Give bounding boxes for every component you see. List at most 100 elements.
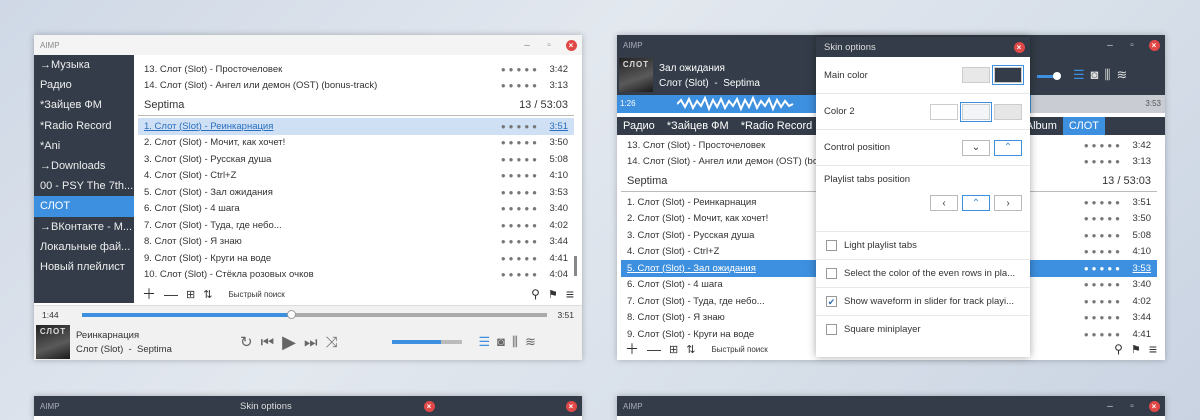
color2-white-swatch[interactable] (930, 103, 958, 120)
skin-checkbox-row[interactable]: Light playlist tabs (816, 231, 1030, 259)
sort-icon[interactable]: ⊞ (186, 288, 195, 301)
playlist-tab[interactable]: СЛОТ (1062, 117, 1105, 135)
chevron-up-icon[interactable]: ⌃ (962, 195, 990, 211)
color2-grey-swatch[interactable] (994, 103, 1022, 120)
rating-dots[interactable]: ●●●●● (1084, 214, 1123, 223)
volume-slider[interactable] (392, 340, 463, 344)
title-bar[interactable]: AIMP Skin options × × (34, 396, 582, 416)
previous-icon[interactable]: ⏮ (261, 334, 275, 351)
track-row[interactable]: 13. Слот (Slot) - Просточеловек ●●●●● 3:42 (138, 61, 574, 78)
restore-button[interactable]: ▫ (1121, 35, 1143, 55)
skin-checkbox-row[interactable]: Select the color of the even rows in pla… (816, 259, 1030, 287)
track-row[interactable]: 5. Слот (Slot) - Зал ожидания ●●●●● 3:53 (138, 184, 574, 201)
restore-button[interactable]: ▫ (1121, 396, 1143, 416)
seek-slider[interactable] (82, 310, 548, 319)
chevron-down-icon[interactable]: ⌄ (962, 139, 990, 156)
rating-dots[interactable]: ●●●●● (501, 171, 540, 180)
color2-light-swatch[interactable] (960, 101, 992, 122)
menu-icon[interactable]: ≡ (566, 286, 574, 302)
add-icon[interactable]: ＋ (625, 339, 639, 359)
skin-checkbox-row[interactable]: ✔ Show waveform in slider for track playi… (816, 287, 1030, 315)
sidebar-item[interactable]: *Radio Record (34, 116, 134, 136)
rating-dots[interactable]: ●●●●● (501, 81, 540, 90)
move-icon[interactable]: ⇅ (203, 288, 212, 301)
rating-dots[interactable]: ●●●●● (501, 122, 540, 131)
rating-dots[interactable]: ●●●●● (1084, 157, 1123, 166)
volume-handle[interactable] (1053, 72, 1061, 80)
track-row[interactable]: 1. Слот (Slot) - Реинкарнация ●●●●● 3:51 (138, 118, 574, 135)
rating-dots[interactable]: ●●●●● (501, 221, 540, 230)
track-row[interactable]: 8. Слот (Slot) - Я знаю ●●●●● 3:44 (138, 234, 574, 251)
visualization-icon[interactable]: ◙ (1091, 67, 1099, 83)
sort-icon[interactable]: ⊞ (669, 343, 678, 356)
checkbox[interactable] (826, 268, 837, 279)
add-icon[interactable]: ＋ (142, 284, 156, 304)
rating-dots[interactable]: ●●●●● (1084, 264, 1123, 273)
chevron-left-icon[interactable]: ‹ (930, 195, 958, 211)
sidebar-item[interactable]: →Downloads (34, 156, 134, 176)
close-button[interactable]: × (1143, 396, 1165, 416)
rating-dots[interactable]: ●●●●● (501, 65, 540, 74)
repeat-icon[interactable]: ↻ (240, 333, 253, 351)
playlist-tab[interactable]: *Зайцев ФМ (661, 117, 735, 135)
bookmark-icon[interactable]: ⚑ (548, 288, 558, 301)
checkbox[interactable]: ✔ (826, 296, 837, 307)
album-cover[interactable]: СЛОТ (619, 58, 653, 92)
rating-dots[interactable]: ●●●●● (1084, 297, 1123, 306)
dialog-close-button[interactable]: × (418, 396, 440, 416)
checkbox[interactable] (826, 240, 837, 251)
equalizer-icon[interactable]: ⫼ (1105, 67, 1111, 83)
sidebar-item[interactable]: →ВКонтакте - М... (34, 217, 134, 237)
restore-button[interactable]: ▫ (538, 35, 560, 55)
next-icon[interactable]: ⏭ (304, 334, 318, 351)
rating-dots[interactable]: ●●●●● (501, 254, 540, 263)
sidebar-item[interactable]: Радио (34, 75, 134, 95)
search-icon[interactable]: ⚲ (531, 287, 540, 301)
dialog-title-bar[interactable]: Skin options × (816, 37, 1030, 57)
rating-dots[interactable]: ●●●●● (1084, 231, 1123, 240)
equalizer-icon[interactable]: ⫼ (512, 334, 518, 350)
title-bar[interactable]: AIMP – ▫ × (617, 396, 1165, 416)
sidebar-item[interactable]: *Ani (34, 136, 134, 156)
minimize-button[interactable]: – (516, 35, 538, 55)
rating-dots[interactable]: ●●●●● (1084, 280, 1123, 289)
rating-dots[interactable]: ●●●●● (501, 270, 540, 279)
album-group-header[interactable]: Septima 13 / 53:03 (138, 94, 574, 116)
close-button[interactable]: × (1143, 35, 1165, 55)
sidebar-item[interactable]: Локальные фай... (34, 237, 134, 257)
rating-dots[interactable]: ●●●●● (1084, 198, 1123, 207)
main-color-dark-swatch[interactable] (992, 65, 1024, 85)
move-icon[interactable]: ⇅ (686, 343, 695, 356)
track-row[interactable]: 14. Слот (Slot) - Ангел или демон (OST) … (138, 78, 574, 95)
shuffle-icon[interactable]: ⤨ (325, 334, 337, 351)
main-color-light-swatch[interactable] (962, 67, 990, 83)
playlist-icon[interactable]: ☰ (1073, 67, 1085, 83)
sidebar-item[interactable]: →Музыка (34, 55, 134, 75)
play-icon[interactable]: ▶ (282, 332, 296, 353)
title-bar[interactable]: AIMP – ▫ × (34, 35, 582, 55)
track-row[interactable]: 7. Слот (Slot) - Туда, где небо... ●●●●● 4… (138, 217, 574, 234)
bookmark-icon[interactable]: ⚑ (1131, 343, 1141, 356)
seek-handle[interactable] (287, 310, 297, 319)
track-row[interactable]: 9. Слот (Slot) - Круги на воде ●●●●● 4:41 (138, 250, 574, 267)
rating-dots[interactable]: ●●●●● (1084, 313, 1123, 322)
remove-icon[interactable]: — (647, 341, 661, 357)
rating-dots[interactable]: ●●●●● (501, 237, 540, 246)
sidebar-item[interactable]: 00 - PSY The 7th... (34, 176, 134, 196)
sidebar-item[interactable]: Новый плейлист (34, 257, 134, 277)
rating-dots[interactable]: ●●●●● (501, 155, 540, 164)
close-button[interactable]: × (560, 35, 582, 55)
visualization-icon[interactable]: ◙ (497, 334, 505, 350)
sidebar-item[interactable]: СЛОТ (34, 196, 134, 217)
skin-checkbox-row[interactable]: Square miniplayer (816, 315, 1030, 343)
minimize-button[interactable]: – (1099, 396, 1121, 416)
playlist-tab[interactable]: *Radio Record (735, 117, 819, 135)
search-icon[interactable]: ⚲ (1114, 342, 1123, 356)
menu-icon[interactable]: ≡ (1149, 341, 1157, 357)
playlist-tab[interactable]: Радио (617, 117, 661, 135)
playlist-scrollbar[interactable] (574, 61, 578, 281)
rating-dots[interactable]: ●●●●● (1084, 141, 1123, 150)
waveform-icon[interactable]: ≋ (525, 334, 536, 350)
track-row[interactable]: 3. Слот (Slot) - Русская душа ●●●●● 5:08 (138, 151, 574, 168)
chevron-up-icon[interactable]: ⌃ (994, 139, 1022, 156)
